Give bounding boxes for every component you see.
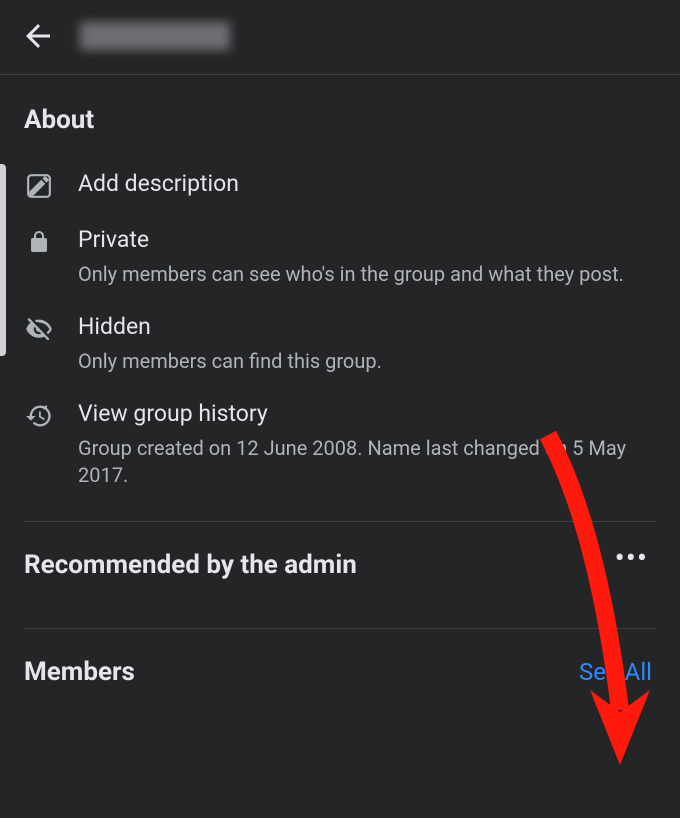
privacy-row: Private Only members can see who's in th…	[24, 213, 656, 300]
about-list: Add description Private Only members can…	[24, 157, 656, 501]
members-row: Members See All	[24, 629, 656, 715]
add-description-label: Add description	[78, 169, 656, 199]
back-arrow-icon	[20, 18, 56, 54]
members-heading: Members	[24, 657, 135, 687]
visibility-row: Hidden Only members can find this group.	[24, 300, 656, 387]
eye-off-icon	[24, 314, 54, 344]
back-button[interactable]	[20, 18, 56, 54]
recommended-row: Recommended by the admin •••	[24, 522, 656, 608]
see-all-link[interactable]: See All	[579, 658, 656, 686]
edit-icon	[24, 171, 54, 201]
visibility-label: Hidden	[78, 312, 656, 342]
lock-icon	[24, 227, 54, 257]
history-sub: Group created on 12 June 2008. Name last…	[78, 435, 656, 489]
scroll-indicator	[0, 164, 6, 356]
history-row[interactable]: View group history Group created on 12 J…	[24, 387, 656, 501]
history-label: View group history	[78, 399, 656, 429]
page-title-redacted	[80, 22, 230, 50]
header-bar	[0, 0, 680, 75]
more-options-button[interactable]: •••	[615, 551, 656, 566]
add-description-row[interactable]: Add description	[24, 157, 656, 213]
history-icon	[24, 401, 54, 431]
privacy-sub: Only members can see who's in the group …	[78, 261, 656, 288]
privacy-label: Private	[78, 225, 656, 255]
visibility-sub: Only members can find this group.	[78, 348, 656, 375]
recommended-heading: Recommended by the admin	[24, 550, 357, 580]
about-heading: About	[24, 105, 656, 135]
